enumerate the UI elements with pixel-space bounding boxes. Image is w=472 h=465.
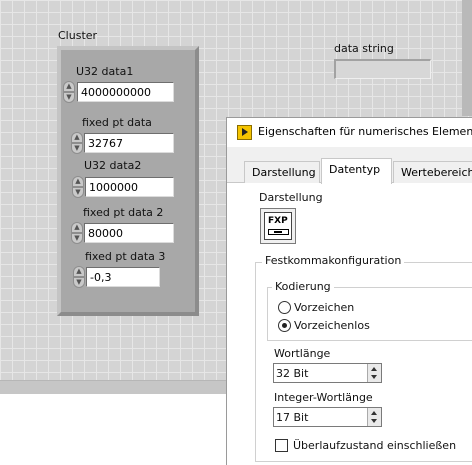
u32-data1-label: U32 data1: [76, 65, 134, 78]
u32-data2-field[interactable]: 1000000: [85, 177, 174, 197]
representation-label: Darstellung: [259, 191, 323, 204]
overflow-checkbox-label[interactable]: Überlaufzustand einschließen: [293, 439, 456, 452]
spin-down-icon[interactable]: [371, 375, 377, 379]
radio-unsigned[interactable]: [278, 319, 291, 332]
u32-data2-spinner[interactable]: ▲ ▼: [72, 176, 84, 198]
fixed-pt-data-label: fixed pt data: [82, 116, 152, 129]
increment-arrow-icon[interactable]: ▲: [63, 81, 75, 92]
radio-unsigned-label[interactable]: Vorzeichenlos: [294, 319, 370, 332]
integer-word-length-value: 17 Bit: [276, 411, 309, 424]
integer-word-length-stepper[interactable]: 17 Bit: [273, 407, 382, 427]
spin-down-icon[interactable]: [371, 419, 377, 423]
word-length-spin-buttons[interactable]: [367, 364, 381, 382]
decrement-arrow-icon[interactable]: ▼: [71, 143, 83, 154]
decrement-arrow-icon[interactable]: ▼: [71, 233, 83, 244]
radio-signed-label[interactable]: Vorzeichen: [294, 301, 354, 314]
word-length-stepper[interactable]: 32 Bit: [273, 363, 382, 383]
tab-wertebereich[interactable]: Wertebereich: [393, 161, 472, 183]
fixed-pt-data-2-field[interactable]: 80000: [84, 223, 174, 243]
fxp-representation-icon[interactable]: FXP: [260, 208, 296, 244]
fixed-point-config-title: Festkommakonfiguration: [262, 254, 405, 267]
spin-up-icon[interactable]: [371, 367, 377, 371]
decrement-arrow-icon[interactable]: ▼: [73, 277, 85, 288]
integer-word-length-label: Integer-Wortlänge: [274, 391, 373, 404]
cluster-label: Cluster: [58, 29, 98, 42]
encoding-group-title: Kodierung: [272, 280, 334, 293]
fixed-pt-data-spinner[interactable]: ▲ ▼: [71, 132, 83, 154]
fixed-pt-data-2-spinner[interactable]: ▲ ▼: [71, 222, 83, 244]
tab-darstellung[interactable]: Darstellung: [244, 161, 320, 183]
tab-datentyp[interactable]: Datentyp: [321, 158, 392, 184]
increment-arrow-icon[interactable]: ▲: [71, 132, 83, 143]
u32-data2-label: U32 data2: [84, 159, 142, 172]
overflow-checkbox[interactable]: [275, 439, 288, 452]
fxp-icon-face: FXP: [264, 212, 292, 240]
properties-dialog: Eigenschaften für numerisches Element: f…: [226, 117, 472, 465]
decrement-arrow-icon[interactable]: ▼: [72, 187, 84, 198]
increment-arrow-icon[interactable]: ▲: [73, 266, 85, 277]
fxp-bar-icon: [268, 229, 289, 235]
word-length-value: 32 Bit: [276, 367, 309, 380]
fixed-pt-data-2-label: fixed pt data 2: [83, 206, 164, 219]
data-string-indicator[interactable]: [334, 59, 431, 79]
integer-word-length-spin-buttons[interactable]: [367, 408, 381, 426]
labview-app-icon: [237, 125, 252, 140]
u32-data1-field[interactable]: 4000000000: [77, 82, 174, 102]
decrement-arrow-icon[interactable]: ▼: [63, 92, 75, 103]
panel-edge-strip: [462, 0, 472, 116]
word-length-label: Wortlänge: [274, 347, 331, 360]
spin-up-icon[interactable]: [371, 411, 377, 415]
fixed-pt-data-field[interactable]: 32767: [84, 133, 174, 153]
dialog-titlebar[interactable]: Eigenschaften für numerisches Element: f: [227, 118, 472, 147]
tab-strip: Darstellung Datentyp Wertebereich: [227, 158, 472, 184]
fixed-pt-data-3-field[interactable]: -0,3: [86, 267, 160, 287]
u32-data1-spinner[interactable]: ▲ ▼: [63, 81, 75, 103]
fxp-icon-text: FXP: [268, 216, 288, 226]
data-string-label: data string: [334, 42, 394, 55]
radio-signed[interactable]: [278, 301, 291, 314]
dialog-title: Eigenschaften für numerisches Element: f: [258, 125, 472, 138]
fixed-pt-data-3-spinner[interactable]: ▲ ▼: [73, 266, 85, 288]
increment-arrow-icon[interactable]: ▲: [71, 222, 83, 233]
fixed-pt-data-3-label: fixed pt data 3: [85, 250, 166, 263]
encoding-group: [267, 287, 472, 341]
increment-arrow-icon[interactable]: ▲: [72, 176, 84, 187]
